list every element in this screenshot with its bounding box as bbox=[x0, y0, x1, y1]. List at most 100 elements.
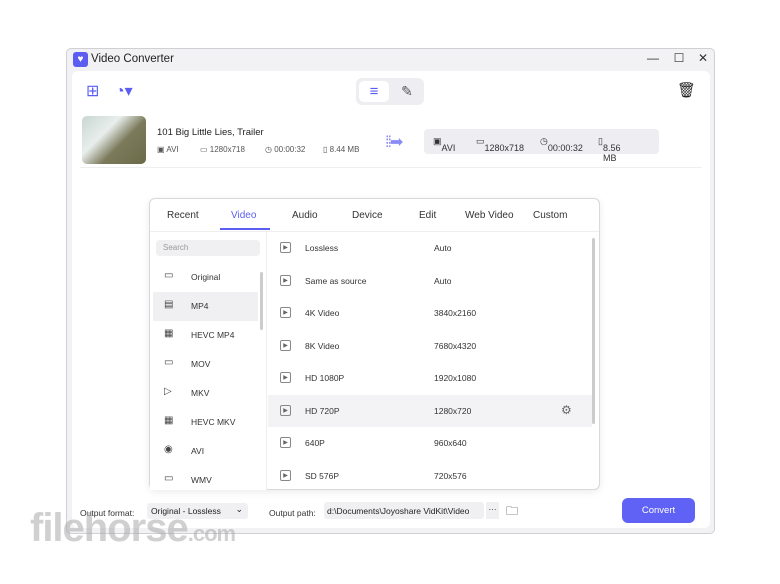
add-disc-icon[interactable]: ◔▾ bbox=[115, 81, 133, 101]
format-icon: ▦ bbox=[164, 328, 174, 339]
format-item[interactable]: ▦ HEVC MKV bbox=[153, 408, 258, 437]
preset-name: 640P bbox=[305, 438, 325, 448]
output-settings[interactable]: ▣ AVI ▭ 1280x718 ◷ 00:00:32 ▯ 8.56 MB bbox=[424, 129, 659, 163]
play-icon: ▶ bbox=[280, 469, 291, 481]
tab-audio[interactable]: Audio bbox=[292, 210, 318, 221]
output-path-field[interactable]: d:\Documents\Joyoshare VidKit\Video bbox=[324, 502, 484, 519]
output-format: ▣ AVI bbox=[433, 136, 456, 153]
sidebar-scrollbar[interactable] bbox=[260, 272, 263, 330]
format-label: HEVC MKV bbox=[191, 417, 236, 427]
preset-row[interactable]: ▶ HD 1080P 1920x1080 bbox=[268, 362, 592, 394]
format-icon: ◉ bbox=[164, 444, 173, 455]
format-search-input[interactable]: Search bbox=[156, 240, 260, 256]
file-name: 101 Big Little Lies, Trailer bbox=[157, 127, 264, 138]
format-label: WMV bbox=[191, 475, 212, 485]
preset-row[interactable]: ▶ HD 720P 1280x720 ⚙ bbox=[268, 394, 592, 427]
tab-custom[interactable]: Custom bbox=[533, 210, 567, 221]
preset-row[interactable]: ▶ Same as source Auto bbox=[268, 265, 592, 297]
play-icon: ▶ bbox=[280, 242, 291, 253]
preset-list: ▶ Lossless Auto ▶ Same as source Auto ▶ 4K Vide… bbox=[268, 232, 600, 490]
folder-icon[interactable]: 🗀 bbox=[506, 502, 518, 523]
preset-name: SD 576P bbox=[305, 470, 340, 481]
format-icon: ▭ bbox=[164, 357, 174, 368]
preset-scrollbar[interactable] bbox=[592, 238, 595, 424]
tab-video[interactable]: Video bbox=[231, 210, 256, 221]
title-bar: ♥ Video Converter — ☐ ✕ bbox=[67, 49, 714, 71]
file-resolution-value: 1280x718 bbox=[209, 145, 245, 154]
preset-name: Lossless bbox=[305, 243, 339, 253]
minimize-button[interactable]: — bbox=[645, 51, 661, 65]
preset-name: HD 1080P bbox=[305, 373, 345, 383]
tab-device[interactable]: Device bbox=[352, 210, 383, 221]
preset-resolution: 720x576 bbox=[434, 470, 467, 481]
format-item[interactable]: ▷ MKV bbox=[153, 379, 258, 408]
preset-resolution: 1920x1080 bbox=[434, 373, 477, 383]
app-logo-icon: ♥ bbox=[73, 52, 88, 67]
play-icon: ▶ bbox=[280, 339, 291, 351]
file-duration: ◷ 00:00:32 bbox=[265, 145, 306, 154]
format-item[interactable]: ▤ MP4 bbox=[153, 292, 258, 321]
output-resolution-value: 1280x718 bbox=[484, 143, 525, 153]
task-view-icon[interactable]: ✎ bbox=[394, 81, 420, 102]
preset-resolution: 3840x2160 bbox=[434, 308, 477, 318]
format-label: MP4 bbox=[191, 301, 209, 311]
format-label: Original bbox=[191, 272, 221, 282]
format-item[interactable]: ▭ MOV bbox=[153, 350, 258, 379]
window-title: Video Converter bbox=[91, 53, 174, 65]
preset-resolution: 1280x720 bbox=[434, 405, 472, 416]
file-size: ▯ 8.44 MB bbox=[323, 145, 360, 154]
view-toggle: ≡ ✎ bbox=[356, 78, 424, 105]
chevron-down-icon: ⌄ bbox=[235, 504, 243, 514]
format-icon: ▭ bbox=[164, 473, 174, 484]
play-icon: ▶ bbox=[280, 404, 291, 416]
preset-row[interactable]: ▶ 640P 960x640 bbox=[268, 427, 592, 459]
format-dialog: Recent Video Audio Device Edit Web Video Custo… bbox=[149, 198, 600, 490]
preset-name: Same as source bbox=[305, 275, 367, 286]
preset-row[interactable]: ▶ SD 576P 720x576 bbox=[268, 460, 592, 491]
output-format-value: AVI bbox=[441, 143, 456, 153]
file-resolution: ▭ 1280x718 bbox=[200, 145, 245, 154]
tab-edit[interactable]: Edit bbox=[419, 210, 436, 221]
file-row[interactable]: 101 Big Little Lies, Trailer ▣ AVI ▭ 128… bbox=[80, 116, 702, 168]
format-item[interactable]: ▭ Original bbox=[153, 263, 258, 292]
format-sidebar: Search ▭ Original ▤ MP4 ▦ HEVC MP4 ▭ MOV ▷ MKV ▦ HE… bbox=[150, 232, 267, 490]
gear-icon[interactable]: ⚙ bbox=[561, 403, 572, 417]
close-button[interactable]: ✕ bbox=[695, 51, 711, 65]
format-icon: ▦ bbox=[164, 415, 174, 426]
file-size-value: 8.44 MB bbox=[329, 145, 360, 154]
preset-resolution: Auto bbox=[434, 243, 452, 253]
output-resolution: ▭ 1280x718 bbox=[476, 136, 525, 153]
output-path-label: Output path: bbox=[269, 508, 316, 518]
format-item[interactable]: ◉ AVI bbox=[153, 437, 258, 466]
output-duration: ◷ 00:00:32 bbox=[540, 136, 583, 153]
tab-web-video[interactable]: Web Video bbox=[465, 210, 514, 221]
preset-name: HD 720P bbox=[305, 405, 340, 416]
preset-row[interactable]: ▶ 8K Video 7680x4320 bbox=[268, 330, 592, 362]
preset-resolution: 7680x4320 bbox=[434, 340, 477, 351]
play-icon: ▶ bbox=[280, 372, 291, 383]
trash-icon[interactable]: 🗑 bbox=[677, 81, 696, 99]
add-video-icon[interactable]: ⊞ bbox=[86, 81, 99, 101]
output-size: ▯ 8.56 MB bbox=[598, 136, 621, 163]
list-view-icon[interactable]: ≡ bbox=[359, 81, 389, 102]
convert-arrow-icon: ⁞⁞➡ bbox=[385, 134, 403, 151]
output-duration-value: 00:00:32 bbox=[547, 143, 583, 153]
file-duration-value: 00:00:32 bbox=[274, 145, 306, 154]
format-icon: ▭ bbox=[164, 270, 174, 281]
format-icon: ▤ bbox=[164, 299, 174, 310]
format-label: AVI bbox=[191, 446, 205, 456]
preset-name: 8K Video bbox=[305, 340, 340, 351]
format-item[interactable]: ▭ WMV bbox=[153, 466, 258, 490]
convert-button[interactable]: Convert bbox=[622, 498, 695, 523]
format-item[interactable]: ▦ HEVC MP4 bbox=[153, 321, 258, 350]
play-icon: ▶ bbox=[280, 437, 291, 448]
preset-row[interactable]: ▶ Lossless Auto bbox=[268, 232, 592, 264]
tab-recent[interactable]: Recent bbox=[167, 210, 199, 221]
preset-resolution: 960x640 bbox=[434, 438, 467, 448]
format-label: MKV bbox=[191, 388, 210, 398]
watermark: filehorse.com bbox=[30, 506, 236, 550]
preset-row[interactable]: ▶ 4K Video 3840x2160 bbox=[268, 297, 592, 329]
more-path-button[interactable]: ··· bbox=[486, 502, 499, 519]
maximize-button[interactable]: ☐ bbox=[671, 51, 687, 65]
preset-resolution: Auto bbox=[434, 275, 452, 286]
